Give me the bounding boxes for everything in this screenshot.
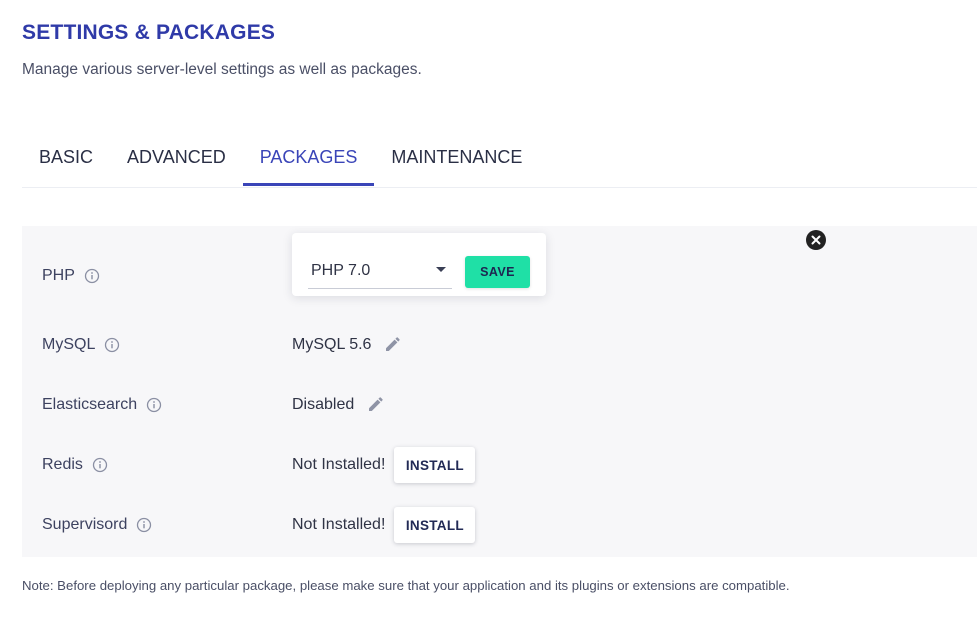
install-supervisord-button[interactable]: INSTALL (394, 507, 476, 543)
elasticsearch-label: Elasticsearch (42, 396, 138, 413)
php-version-editor: PHP 7.0 SAVE (292, 230, 826, 296)
caret-down-icon (436, 267, 446, 272)
redis-status: Not Installed! (292, 456, 386, 473)
supervisord-value-group: Not Installed! INSTALL (292, 507, 476, 543)
settings-tabs: BASIC ADVANCED PACKAGES MAINTENANCE (22, 128, 977, 188)
compatibility-note: Note: Before deploying any particular pa… (22, 578, 790, 593)
tab-advanced[interactable]: ADVANCED (110, 128, 243, 186)
packages-panel: PHP PHP 7.0 SAVE MySQL MySQL 5.6 Elastic… (22, 226, 977, 557)
package-row-supervisord: Supervisord Not Installed! INSTALL (22, 505, 977, 545)
package-row-mysql: MySQL MySQL 5.6 (22, 325, 977, 365)
mysql-version: MySQL 5.6 (292, 336, 372, 353)
save-button[interactable]: SAVE (465, 256, 530, 288)
close-icon[interactable] (806, 230, 826, 250)
info-icon[interactable] (146, 397, 162, 413)
supervisord-status: Not Installed! (292, 516, 386, 533)
php-version-select[interactable]: PHP 7.0 (308, 251, 452, 289)
info-icon[interactable] (136, 517, 152, 533)
supervisord-label-group: Supervisord (42, 516, 152, 534)
supervisord-label: Supervisord (42, 516, 128, 533)
elasticsearch-label-group: Elasticsearch (42, 396, 162, 414)
page-title: SETTINGS & PACKAGES (22, 21, 276, 44)
tab-packages[interactable]: PACKAGES (242, 128, 375, 186)
elasticsearch-status: Disabled (292, 396, 355, 413)
package-row-redis: Redis Not Installed! INSTALL (22, 445, 977, 485)
pencil-icon[interactable] (366, 396, 384, 414)
pencil-icon[interactable] (383, 336, 401, 354)
php-label-group: PHP (42, 267, 100, 285)
mysql-label-group: MySQL (42, 336, 120, 354)
elasticsearch-value-group: Disabled (292, 396, 384, 414)
redis-label: Redis (42, 456, 83, 473)
info-icon[interactable] (84, 268, 100, 284)
install-redis-button[interactable]: INSTALL (394, 447, 476, 483)
tab-maintenance[interactable]: MAINTENANCE (374, 128, 539, 186)
mysql-label: MySQL (42, 336, 96, 353)
php-label: PHP (42, 267, 75, 284)
redis-value-group: Not Installed! INSTALL (292, 447, 476, 483)
info-icon[interactable] (104, 337, 120, 353)
page-subtitle: Manage various server-level settings as … (22, 61, 422, 78)
tab-basic[interactable]: BASIC (22, 128, 110, 186)
package-row-elasticsearch: Elasticsearch Disabled (22, 385, 977, 425)
php-version-value: PHP 7.0 (311, 262, 371, 279)
info-icon[interactable] (92, 457, 108, 473)
redis-label-group: Redis (42, 456, 108, 474)
mysql-value-group: MySQL 5.6 (292, 336, 401, 354)
